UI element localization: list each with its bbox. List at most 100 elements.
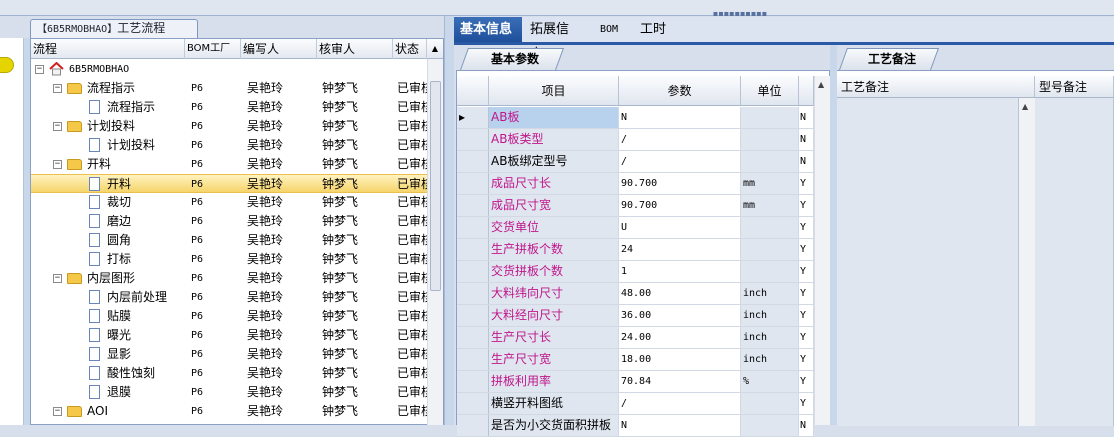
col-author[interactable]: 编写人 xyxy=(241,39,317,59)
subtab-basic-params[interactable]: 基本参数 xyxy=(470,48,560,70)
tab-bom[interactable]: BOM xyxy=(594,17,628,42)
process-remark-text[interactable] xyxy=(837,98,1019,426)
param-value-cell[interactable]: / xyxy=(619,129,741,150)
tree-row[interactable]: 裁切 P6 吴艳玲 钟梦飞 已审核 xyxy=(31,193,427,212)
tree-row[interactable]: − 计划投料 P6 吴艳玲 钟梦飞 已审核 xyxy=(31,117,427,136)
col-process-remark[interactable]: 工艺备注 xyxy=(837,76,1035,98)
collapse-icon[interactable]: − xyxy=(35,65,44,74)
param-row[interactable]: 生产拼板个数 24 Y xyxy=(457,239,814,261)
param-row[interactable]: 大料纬向尺寸 48.00 inch Y xyxy=(457,283,814,305)
param-value-cell[interactable]: 70.84 xyxy=(619,371,741,392)
row-indicator[interactable] xyxy=(457,239,489,260)
col-reviewer[interactable]: 核审人 xyxy=(317,39,393,59)
collapse-icon[interactable]: − xyxy=(53,160,62,169)
param-value-cell[interactable]: 36.00 xyxy=(619,305,741,326)
param-value-cell[interactable]: 48.00 xyxy=(619,283,741,304)
col-bom-factory[interactable]: BOM工厂 xyxy=(185,39,241,59)
tab-extended-info[interactable]: 拓展信息 xyxy=(524,17,586,62)
param-value-cell[interactable]: U xyxy=(619,217,741,238)
tree-row[interactable]: − 开料 P6 吴艳玲 钟梦飞 已审核 xyxy=(31,155,427,174)
param-value-cell[interactable]: 24.00 xyxy=(619,327,741,348)
tree-row[interactable]: − 流程指示 P6 吴艳玲 钟梦飞 已审核 xyxy=(31,79,427,98)
param-row[interactable]: 成品尺寸宽 90.700 mm Y xyxy=(457,195,814,217)
remark-scroll-up-icon[interactable]: ▲ xyxy=(1022,102,1028,111)
param-row[interactable]: 拼板利用率 70.84% Y xyxy=(457,371,814,393)
tree-row[interactable]: 计划投料 P6 吴艳玲 钟梦飞 已审核 xyxy=(31,136,427,155)
param-row[interactable]: 成品尺寸长 90.700 mm Y xyxy=(457,173,814,195)
row-indicator[interactable] xyxy=(457,327,489,348)
tree-row[interactable]: 圆角 P6 吴艳玲 钟梦飞 已审核 xyxy=(31,231,427,250)
param-row[interactable]: AB板类型 / N xyxy=(457,129,814,151)
tree-row[interactable]: 显影 P6 吴艳玲 钟梦飞 已审核 xyxy=(31,345,427,364)
scroll-up-icon[interactable]: ▲ xyxy=(427,39,443,59)
row-indicator[interactable] xyxy=(457,305,489,326)
model-remark-text[interactable] xyxy=(1035,98,1114,426)
param-value-cell[interactable]: N xyxy=(619,107,741,128)
row-indicator[interactable]: ▸ xyxy=(457,107,489,128)
middle-splitter[interactable] xyxy=(444,16,454,425)
param-row[interactable]: 生产尺寸长 24.00 inch Y xyxy=(457,327,814,349)
tree-row[interactable]: 流程指示 P6 吴艳玲 钟梦飞 已审核 xyxy=(31,98,427,117)
param-value-cell[interactable]: 90.700 xyxy=(619,195,741,216)
param-value-cell[interactable]: / xyxy=(619,151,741,172)
param-row[interactable]: 大料经向尺寸 36.00 inch Y xyxy=(457,305,814,327)
row-indicator[interactable] xyxy=(457,151,489,172)
param-value-cell[interactable]: 24 xyxy=(619,239,741,260)
tree-row[interactable]: 曝光 P6 吴艳玲 钟梦飞 已审核 xyxy=(31,326,427,345)
tree-row[interactable]: 酸性蚀刻 P6 吴艳玲 钟梦飞 已审核 xyxy=(31,364,427,383)
param-row[interactable]: 交货拼板个数 1 Y xyxy=(457,261,814,283)
params-scrollbar[interactable]: ▲ xyxy=(814,76,830,425)
collapse-icon[interactable]: − xyxy=(53,274,62,283)
tab-basic-info[interactable]: 基本信息 xyxy=(454,17,522,42)
param-value-cell[interactable]: / xyxy=(619,393,741,414)
row-indicator[interactable] xyxy=(457,217,489,238)
col-unit[interactable]: 单位 xyxy=(741,76,799,106)
row-indicator[interactable] xyxy=(457,393,489,414)
row-indicator[interactable] xyxy=(457,349,489,370)
row-indicator[interactable] xyxy=(457,129,489,150)
params-scroll-up-icon[interactable]: ▲ xyxy=(818,80,824,89)
tree-scrollbar[interactable] xyxy=(427,59,443,425)
param-row[interactable]: 生产尺寸宽 18.00 inch Y xyxy=(457,349,814,371)
col-item[interactable]: 项目 xyxy=(489,76,619,106)
tab-process-flow[interactable]: 【6B5RMOBHAO】工艺流程 xyxy=(30,19,198,38)
row-indicator[interactable] xyxy=(457,173,489,194)
tree-row[interactable]: 磨边 P6 吴艳玲 钟梦飞 已审核 xyxy=(31,212,427,231)
row-indicator[interactable] xyxy=(457,261,489,282)
param-value-cell[interactable]: 18.00 xyxy=(619,349,741,370)
collapse-icon[interactable]: − xyxy=(53,84,62,93)
row-indicator[interactable] xyxy=(457,371,489,392)
reviewer-cell: 钟梦飞 xyxy=(322,252,359,266)
param-value-cell[interactable]: N xyxy=(619,415,741,436)
row-indicator[interactable] xyxy=(457,283,489,304)
tab-work-hours[interactable]: 工时 xyxy=(634,17,674,42)
row-indicator[interactable] xyxy=(457,195,489,216)
right-splitter[interactable] xyxy=(830,45,837,425)
tree-row[interactable]: − 6B5RMOBHAO xyxy=(31,60,427,79)
remark-scrollbar[interactable]: ▲ xyxy=(1019,98,1035,426)
collapse-icon[interactable]: − xyxy=(53,122,62,131)
param-row[interactable]: 是否为小交货面积拼板 N N xyxy=(457,415,814,437)
col-value[interactable]: 参数 xyxy=(619,76,741,106)
col-model-remark[interactable]: 型号备注 xyxy=(1035,76,1114,98)
tree-row[interactable]: 打标 P6 吴艳玲 钟梦飞 已审核 xyxy=(31,250,427,269)
tree-row[interactable]: 退膜 P6 吴艳玲 钟梦飞 已审核 xyxy=(31,383,427,402)
param-row[interactable]: 交货单位 U Y xyxy=(457,217,814,239)
param-value-cell[interactable]: 90.700 xyxy=(619,173,741,194)
tree-row[interactable]: 内层前处理 P6 吴艳玲 钟梦飞 已审核 xyxy=(31,288,427,307)
param-row[interactable]: 横竖开料图纸 / Y xyxy=(457,393,814,415)
tree-row[interactable]: − AOI P6 吴艳玲 钟梦飞 已审核 xyxy=(31,402,427,421)
subtab-process-remarks[interactable]: 工艺备注 xyxy=(848,48,936,70)
tree-row[interactable]: 开料 P6 吴艳玲 钟梦飞 已审核 xyxy=(31,174,427,193)
tree-scroll-thumb[interactable] xyxy=(430,81,441,291)
col-status[interactable]: 状态 xyxy=(393,39,427,59)
param-value-cell[interactable]: 1 xyxy=(619,261,741,282)
tree-row[interactable]: − 内层图形 P6 吴艳玲 钟梦飞 已审核 xyxy=(31,269,427,288)
param-row[interactable]: AB板绑定型号 / N xyxy=(457,151,814,173)
param-row[interactable]: ▸ AB板 N N xyxy=(457,107,814,129)
row-indicator[interactable] xyxy=(457,415,489,436)
tree-row[interactable]: 贴膜 P6 吴艳玲 钟梦飞 已审核 xyxy=(31,307,427,326)
collapse-icon[interactable]: − xyxy=(53,407,62,416)
col-flag[interactable] xyxy=(799,76,814,106)
col-process[interactable]: 流程 xyxy=(31,39,185,59)
